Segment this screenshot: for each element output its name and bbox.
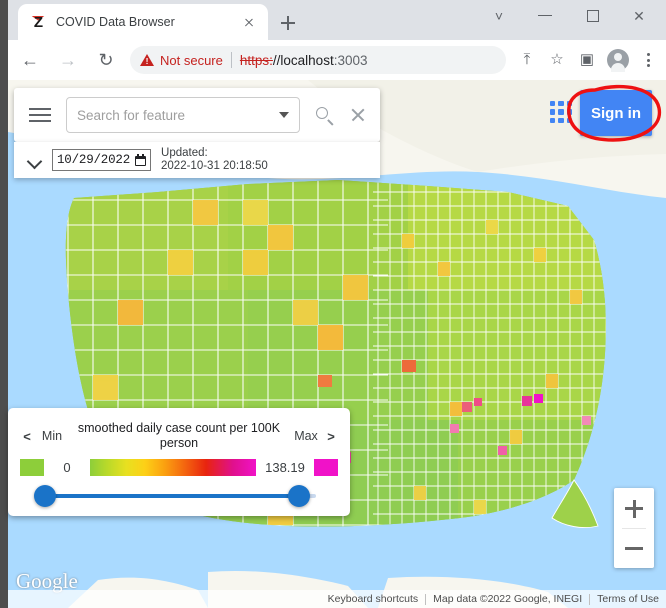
minimize-icon[interactable] bbox=[522, 0, 568, 32]
maximize-icon[interactable] bbox=[570, 0, 616, 32]
avatar-icon[interactable] bbox=[607, 49, 629, 72]
search-panel: Search for feature bbox=[14, 88, 380, 142]
window-controls: ˅ ✕ bbox=[476, 0, 666, 32]
search-placeholder: Search for feature bbox=[77, 107, 186, 123]
browser-tab[interactable]: Z COVID Data Browser bbox=[18, 4, 268, 40]
star-icon[interactable]: ☆ bbox=[542, 45, 572, 75]
search-icon[interactable] bbox=[309, 100, 339, 130]
divider bbox=[230, 52, 232, 68]
caret-down-icon[interactable] bbox=[279, 112, 289, 118]
close-icon[interactable] bbox=[342, 99, 374, 131]
terms-of-use-link[interactable]: Terms of Use bbox=[590, 593, 666, 605]
map-data-attribution: Map data ©2022 Google, INEGI bbox=[433, 593, 583, 605]
legend-min-label: Min bbox=[41, 429, 63, 443]
hamburger-menu-icon[interactable] bbox=[20, 95, 60, 135]
security-status: Not secure bbox=[160, 52, 223, 68]
legend-min-swatch bbox=[20, 458, 44, 476]
date-input[interactable]: 10/29/2022 bbox=[52, 149, 152, 171]
tab-title: COVID Data Browser bbox=[56, 15, 175, 29]
zoom-out-button[interactable] bbox=[614, 528, 654, 568]
updated-info: Updated: 2022-10-31 20:18:50 bbox=[161, 147, 268, 174]
legend-title: smoothed daily case count per 100K perso… bbox=[77, 421, 281, 450]
url-port: :3003 bbox=[333, 52, 368, 68]
z-logo-icon: Z bbox=[30, 14, 47, 31]
legend-header: < Min smoothed daily case count per 100K… bbox=[20, 416, 338, 456]
browser-window: Z COVID Data Browser ˅ ✕ ← → ↻ Not secur… bbox=[0, 0, 666, 608]
search-input[interactable]: Search for feature bbox=[66, 97, 300, 133]
arrow-left-icon[interactable]: ← bbox=[14, 44, 46, 76]
legend-next-button[interactable]: > bbox=[324, 429, 338, 444]
legend-max-label: Max bbox=[294, 429, 318, 443]
updated-label: Updated: bbox=[161, 146, 208, 159]
side-panel-icon[interactable]: ▣ bbox=[572, 45, 602, 75]
warning-triangle-icon bbox=[140, 54, 154, 66]
legend-max-value: 138.19 bbox=[265, 459, 305, 475]
arrow-right-icon[interactable]: → bbox=[52, 44, 84, 76]
slider-fill bbox=[44, 494, 300, 498]
keyboard-shortcuts-link[interactable]: Keyboard shortcuts bbox=[321, 593, 425, 605]
plus-icon[interactable] bbox=[274, 9, 302, 37]
legend-max-swatch bbox=[314, 458, 338, 476]
browser-toolbar: ← → ↻ Not secure https://localhost:3003 … bbox=[8, 40, 666, 80]
range-slider-max-handle[interactable] bbox=[288, 485, 310, 507]
date-panel: 10/29/2022 Updated: 2022-10-31 20:18:50 bbox=[14, 142, 380, 178]
share-icon[interactable]: ⤒ bbox=[512, 45, 542, 75]
address-bar[interactable]: Not secure https://localhost:3003 bbox=[130, 46, 506, 74]
kebab-menu-icon[interactable] bbox=[634, 45, 662, 75]
map-zoom-controls bbox=[614, 488, 654, 568]
legend-range-slider[interactable] bbox=[20, 478, 338, 512]
chevron-down-icon[interactable]: ˅ bbox=[476, 0, 522, 32]
close-icon[interactable] bbox=[238, 11, 260, 33]
legend-colorbar bbox=[90, 458, 256, 476]
legend-colorbar-row: 0 138.19 bbox=[20, 456, 338, 478]
close-icon[interactable]: ✕ bbox=[616, 0, 662, 32]
window-left-edge bbox=[0, 0, 8, 608]
reload-icon[interactable]: ↻ bbox=[90, 44, 122, 76]
legend-prev-button[interactable]: < bbox=[20, 429, 34, 444]
chevron-down-icon[interactable] bbox=[22, 147, 48, 173]
legend-panel: < Min smoothed daily case count per 100K… bbox=[8, 408, 350, 516]
date-value: 10/29/2022 bbox=[57, 153, 131, 167]
url-host: //localhost bbox=[272, 52, 334, 68]
zoom-in-button[interactable] bbox=[614, 488, 654, 528]
apps-grid-icon[interactable] bbox=[550, 101, 572, 123]
legend-min-value: 0 bbox=[63, 459, 71, 475]
updated-timestamp: 2022-10-31 20:18:50 bbox=[161, 160, 268, 172]
map-attribution-bar: Keyboard shortcuts Map data ©2022 Google… bbox=[8, 590, 666, 608]
range-slider-min-handle[interactable] bbox=[34, 485, 56, 507]
url-scheme: https: bbox=[239, 52, 273, 68]
url-text: https://localhost:3003 bbox=[240, 53, 368, 68]
calendar-icon[interactable] bbox=[135, 154, 147, 166]
sign-in-button[interactable]: Sign in bbox=[580, 90, 652, 136]
